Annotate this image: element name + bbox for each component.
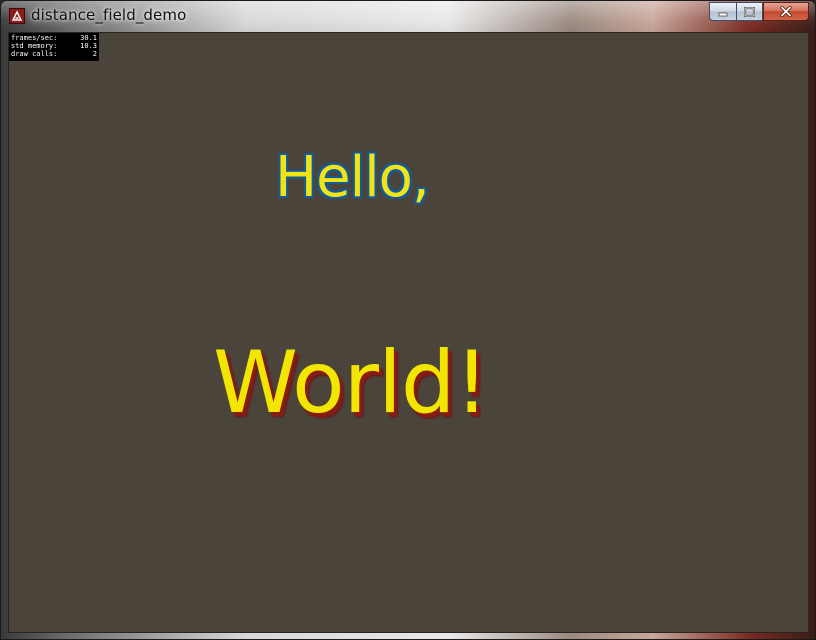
stat-label: draw calls: bbox=[11, 50, 58, 58]
world-text: World! bbox=[213, 333, 489, 433]
title-bar[interactable]: distance_field_demo bbox=[1, 1, 815, 32]
stat-value: 30.1 bbox=[80, 34, 97, 42]
app-logo-icon[interactable] bbox=[9, 8, 25, 24]
stat-value: 10.3 bbox=[80, 42, 97, 50]
stat-label: std memory: bbox=[11, 42, 58, 50]
stat-value: 2 bbox=[92, 50, 97, 58]
app-window: distance_field_demo frames/sec: 30.1 std… bbox=[0, 0, 816, 640]
render-canvas[interactable]: frames/sec: 30.1 std memory: 10.3 draw c… bbox=[8, 32, 809, 633]
close-icon bbox=[780, 6, 792, 17]
stat-row-memory: std memory: 10.3 bbox=[11, 42, 97, 50]
stat-row-fps: frames/sec: 30.1 bbox=[11, 34, 97, 42]
caption-buttons bbox=[709, 2, 809, 21]
stat-row-draw-calls: draw calls: 2 bbox=[11, 50, 97, 58]
minimize-icon bbox=[718, 12, 728, 16]
maximize-button[interactable] bbox=[736, 2, 763, 21]
stat-label: frames/sec: bbox=[11, 34, 58, 42]
hello-text: Hello, bbox=[275, 145, 430, 210]
stats-overlay: frames/sec: 30.1 std memory: 10.3 draw c… bbox=[9, 33, 99, 61]
window-title: distance_field_demo bbox=[31, 6, 187, 24]
minimize-button[interactable] bbox=[709, 2, 736, 21]
close-button[interactable] bbox=[763, 2, 809, 21]
maximize-icon bbox=[744, 6, 755, 17]
